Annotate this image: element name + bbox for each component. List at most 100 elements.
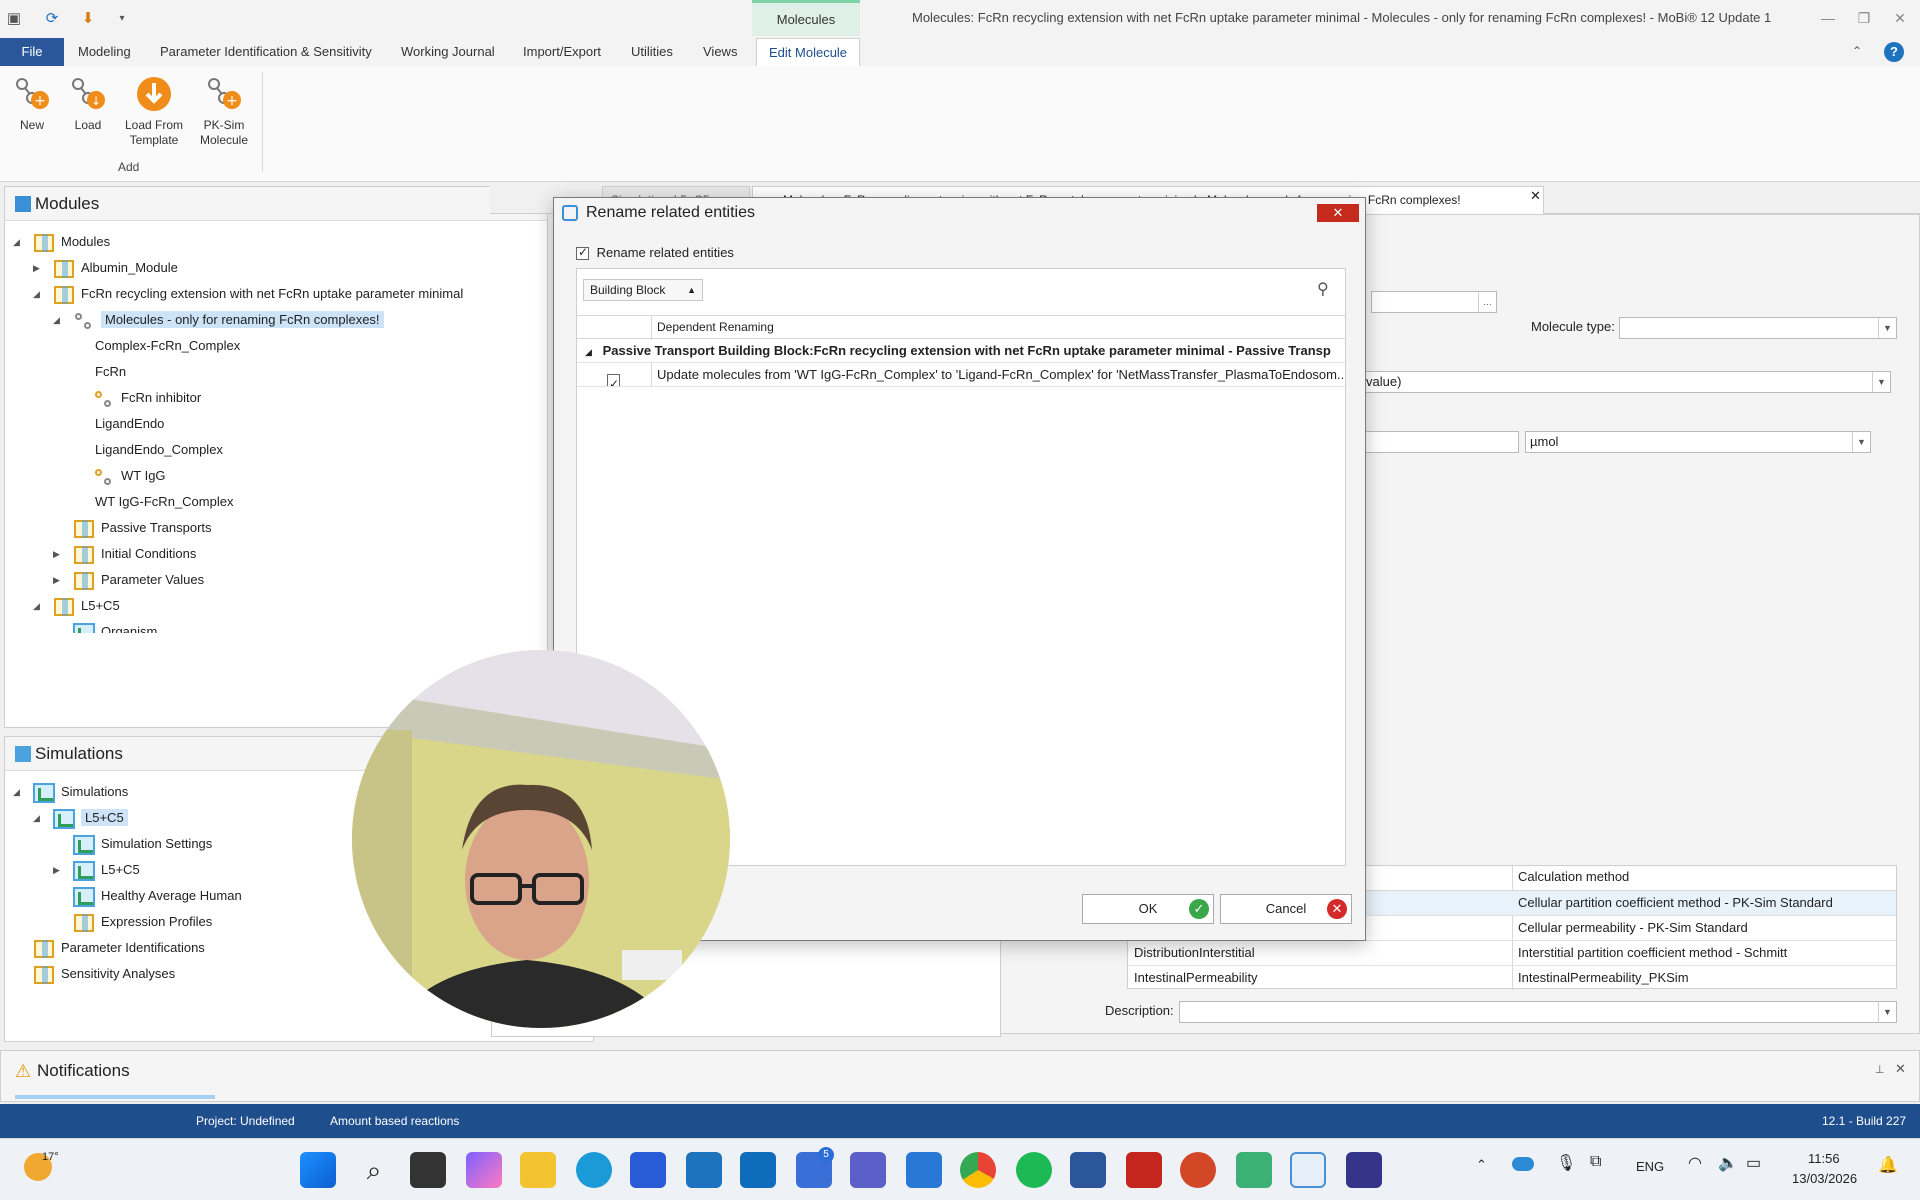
load-molecule-button[interactable]: ↓ Load: [64, 72, 112, 133]
outlook-icon[interactable]: [740, 1152, 776, 1188]
tree-item-ligandendo[interactable]: LigandEndo: [95, 411, 164, 437]
expand-arrow-icon[interactable]: ▶: [53, 857, 65, 883]
table-row[interactable]: Update molecules from 'WT IgG-FcRn_Compl…: [577, 363, 1345, 387]
tree-item-molecules-building-block[interactable]: ◢ Molecules - only for renaming FcRn comp…: [53, 307, 384, 333]
clock-date[interactable]: 13/03/2026: [1792, 1171, 1857, 1186]
description-input[interactable]: ▼: [1179, 1001, 1897, 1023]
ellipsis-button[interactable]: …: [1478, 292, 1496, 312]
minimize-button[interactable]: —: [1810, 6, 1846, 30]
load-from-template-button[interactable]: Load From Template: [120, 72, 188, 148]
tab-import-export[interactable]: Import/Export: [519, 38, 605, 66]
tree-item-fcrn[interactable]: FcRn: [95, 359, 126, 385]
expand-arrow-icon[interactable]: ▶: [33, 255, 45, 281]
chrome-icon[interactable]: [960, 1152, 996, 1188]
tab-parameter-identification[interactable]: Parameter Identification & Sensitivity: [156, 38, 376, 66]
pin-icon[interactable]: ⊥: [1875, 1063, 1885, 1076]
expand-arrow-icon[interactable]: ▶: [53, 541, 65, 567]
tree-item-modules[interactable]: ◢ Modules: [13, 229, 110, 255]
amount-input[interactable]: [1361, 431, 1519, 453]
tree-item-simulation-settings[interactable]: Simulation Settings: [71, 831, 212, 857]
tree-item-expression-profiles[interactable]: Expression Profiles: [71, 909, 212, 935]
tree-item-wt-igg-complex[interactable]: WT IgG-FcRn_Complex: [95, 489, 233, 515]
close-panel-icon[interactable]: ✕: [1895, 1061, 1906, 1077]
tree-item-healthy-average-human[interactable]: Healthy Average Human: [71, 883, 242, 909]
chevron-up-icon[interactable]: ⌃: [1476, 1157, 1487, 1173]
save-icon[interactable]: ⬇: [76, 6, 100, 30]
group-by-chip[interactable]: Building Block ▲: [583, 279, 703, 301]
name-field[interactable]: …: [1371, 291, 1497, 313]
tab-views[interactable]: Views: [699, 38, 741, 66]
tree-item-initial-conditions[interactable]: ▶ Initial Conditions: [53, 541, 196, 567]
powerpoint-icon[interactable]: [1180, 1152, 1216, 1188]
sort-up-icon[interactable]: ▲: [687, 280, 696, 300]
search-taskbar-icon[interactable]: ⌕: [356, 1152, 392, 1188]
task-view-icon[interactable]: [410, 1152, 446, 1188]
tree-item-simulations[interactable]: ◢ Simulations: [13, 779, 128, 805]
tree-item-l5c5-child[interactable]: ▶ L5+C5: [53, 857, 140, 883]
battery-icon[interactable]: ▭: [1746, 1153, 1761, 1173]
wifi-icon[interactable]: ◠: [1688, 1153, 1702, 1173]
edge-icon[interactable]: [576, 1152, 612, 1188]
tree-item-fcrn-inhibitor[interactable]: FcRn inhibitor: [91, 385, 201, 411]
spotify-icon[interactable]: [1016, 1152, 1052, 1188]
tree-item-l5c5-module[interactable]: ◢ L5+C5: [33, 593, 120, 619]
pksim-icon[interactable]: [1236, 1152, 1272, 1188]
app-icon[interactable]: [1346, 1152, 1382, 1188]
tree-item-sensitivity-analyses[interactable]: Sensitivity Analyses: [31, 961, 175, 987]
file-explorer-icon[interactable]: [520, 1152, 556, 1188]
tab-working-journal[interactable]: Working Journal: [397, 38, 499, 66]
column-header-dependent-renaming[interactable]: Dependent Renaming: [657, 320, 774, 334]
dialog-close-button[interactable]: ✕: [1317, 204, 1359, 222]
chevron-down-icon[interactable]: ▼: [1872, 372, 1890, 392]
new-project-icon[interactable]: ⟳: [40, 6, 64, 30]
tree-item-parameter-values[interactable]: ▶ Parameter Values: [53, 567, 204, 593]
unit-select[interactable]: µmol ▼: [1525, 431, 1871, 453]
collapse-arrow-icon[interactable]: ◢: [33, 281, 45, 307]
tree-item-ligandendo-complex[interactable]: LigandEndo_Complex: [95, 437, 223, 463]
tree-item-wt-igg[interactable]: WT IgG: [91, 463, 166, 489]
ok-button[interactable]: OK ✓: [1082, 894, 1214, 924]
grid-group-row[interactable]: ◢ Passive Transport Building Block:FcRn …: [577, 339, 1345, 363]
tree-item-complex-fcrn[interactable]: Complex-FcRn_Complex: [95, 333, 240, 359]
rename-related-checkbox-row[interactable]: Rename related entities: [576, 245, 734, 261]
tree-item-l5c5-simulation[interactable]: ◢ L5+C5: [33, 805, 128, 831]
display-icon[interactable]: ⧉: [1590, 1153, 1601, 1171]
collapse-arrow-icon[interactable]: ◢: [33, 593, 45, 619]
maximize-button[interactable]: ❐: [1846, 6, 1882, 30]
language-indicator[interactable]: ENG: [1636, 1159, 1664, 1174]
molecule-type-select[interactable]: ▼: [1619, 317, 1897, 339]
onedrive-icon[interactable]: [1512, 1157, 1534, 1171]
tree-item-albumin-module[interactable]: ▶ Albumin_Module: [33, 255, 178, 281]
row-checkbox[interactable]: [607, 372, 620, 386]
table-row[interactable]: IntestinalPermeability IntestinalPermeab…: [1128, 965, 1896, 990]
new-molecule-button[interactable]: + New: [8, 72, 56, 133]
collapse-ribbon-icon[interactable]: ⌃: [1852, 44, 1862, 58]
quick-access-dropdown-icon[interactable]: ▾: [110, 6, 134, 30]
notification-bell-icon[interactable]: 🔔: [1878, 1155, 1898, 1175]
copilot-icon[interactable]: [466, 1152, 502, 1188]
chevron-down-icon[interactable]: ▼: [1852, 432, 1870, 452]
start-value-select[interactable]: value) ▼: [1361, 371, 1891, 393]
collapse-arrow-icon[interactable]: ◢: [53, 307, 65, 333]
start-icon[interactable]: [300, 1152, 336, 1188]
clock-time[interactable]: 11:56: [1808, 1151, 1840, 1166]
cancel-button[interactable]: Cancel ✕: [1220, 894, 1352, 924]
chevron-down-icon[interactable]: ▼: [1878, 318, 1896, 338]
close-window-button[interactable]: ✕: [1882, 6, 1918, 30]
tab-edit-molecule[interactable]: Edit Molecule: [756, 38, 861, 66]
close-tab-icon[interactable]: ✕: [1530, 188, 1541, 204]
store-icon[interactable]: [630, 1152, 666, 1188]
collapse-arrow-icon[interactable]: ◢: [13, 779, 25, 805]
tree-item-fcrn-module[interactable]: ◢ FcRn recycling extension with net FcRn …: [33, 281, 463, 307]
tree-item-organism[interactable]: Organism: [71, 619, 157, 633]
collapse-arrow-icon[interactable]: ◢: [13, 229, 25, 255]
tab-utilities[interactable]: Utilities: [627, 38, 677, 66]
collapse-arrow-icon[interactable]: ◢: [585, 340, 599, 362]
acrobat-icon[interactable]: [1126, 1152, 1162, 1188]
help-icon[interactable]: ?: [1884, 42, 1904, 62]
search-icon[interactable]: ⚲: [1317, 279, 1329, 299]
chevron-down-icon[interactable]: ▼: [1878, 1002, 1896, 1022]
tree-item-parameter-identifications[interactable]: Parameter Identifications: [31, 935, 205, 961]
expand-arrow-icon[interactable]: ▶: [53, 567, 65, 593]
word-icon[interactable]: [1070, 1152, 1106, 1188]
